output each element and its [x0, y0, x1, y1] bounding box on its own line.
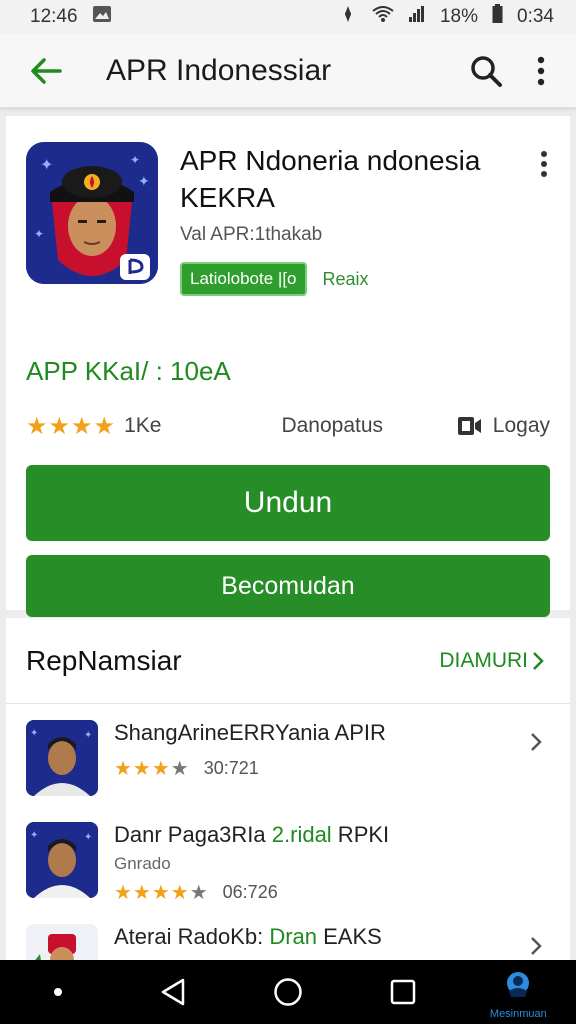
list-item[interactable]: ✦ ✦ ShangArineERRYania APIR ★★★★ 30:721 — [6, 704, 570, 806]
item-title-text: Danr Paga3RIa — [114, 822, 272, 847]
item-rating: ★★★★★ 06:726 — [114, 880, 544, 905]
legacy-label: Logay — [492, 414, 550, 437]
square-recents-icon — [390, 979, 416, 1005]
status-clock-right: 0:34 — [517, 6, 554, 27]
category-tag[interactable]: Reaix — [323, 269, 369, 290]
item-title-text: Aterai RadoKb: — [114, 924, 270, 949]
version-label: APP KKaI/ : 10eA — [26, 356, 231, 386]
item-chevron[interactable] — [530, 936, 542, 961]
triangle-back-icon — [161, 978, 185, 1006]
nav-dot-button[interactable] — [18, 960, 98, 1024]
related-title: RepNamsiar — [26, 644, 182, 676]
item-title-tail: EAKS — [317, 924, 382, 949]
app-icon: ✦ ✦ ✦ ✦ — [26, 142, 158, 284]
chevron-right-icon — [531, 733, 542, 751]
item-chevron[interactable] — [530, 732, 542, 757]
item-stars: ★★★★ — [114, 758, 190, 780]
arrow-back-icon — [31, 57, 62, 84]
list-item[interactable]: ✦ ✦ Danr Paga3RIa 2.ridal RPKI Gnrado ★★… — [6, 806, 570, 908]
see-more-link[interactable]: DIAMURI — [439, 649, 544, 673]
search-button[interactable] — [464, 49, 508, 93]
item-title-text: ShangArineERRYania APIR — [114, 720, 386, 745]
app-name-line2: KEKRA — [180, 182, 275, 213]
item-title: Danr Paga3RIa 2.ridal RPKI — [114, 822, 544, 848]
nav-back-button[interactable] — [133, 960, 213, 1024]
chevron-right-icon — [533, 651, 544, 670]
item-title-tail: RPKI — [331, 822, 390, 847]
vibrate-icon — [338, 4, 358, 30]
svg-text:✦: ✦ — [84, 832, 92, 843]
svg-text:✦: ✦ — [130, 153, 140, 167]
rating-stars: ★★★★ — [26, 412, 117, 440]
developer-name[interactable]: Val APR:1thakab — [180, 224, 550, 246]
install-button[interactable]: Undun — [26, 465, 550, 541]
app-more-button[interactable] — [540, 150, 548, 183]
app-name-line1: APR Ndoneria ndonesia — [180, 145, 481, 176]
content-badge: Latiolobote |[o — [180, 262, 307, 296]
dot-icon — [53, 988, 62, 996]
system-nav-bar: Mesinmuan — [0, 960, 576, 1024]
back-button[interactable] — [24, 49, 68, 93]
app-bar: APR Indonessiar — [0, 34, 576, 108]
nav-recents-button[interactable] — [363, 960, 443, 1024]
overflow-menu-button[interactable] — [526, 49, 556, 93]
legacy-info: Logay — [457, 414, 550, 438]
search-icon — [471, 55, 502, 87]
svg-text:✦: ✦ — [30, 830, 38, 841]
app-thumbnail: ✦ ✦ — [26, 822, 98, 898]
more-vert-icon — [541, 151, 547, 177]
nav-app-button[interactable]: Mesinmuan — [478, 960, 558, 1024]
more-vert-icon — [537, 56, 545, 85]
nav-home-button[interactable] — [248, 960, 328, 1024]
status-bar: 12:46 18% 0:34 — [0, 0, 576, 34]
related-apps-card: RepNamsiar DIAMURI ✦ ✦ ShangArineERRYani… — [6, 618, 570, 974]
item-rating-count: 30:721 — [203, 758, 259, 778]
signal-icon — [408, 5, 426, 29]
see-more-label: DIAMURI — [439, 648, 528, 672]
meta-row: ★★★★ 1Ke Danopatus Logay — [26, 409, 550, 443]
item-rating-count: 06:726 — [222, 882, 278, 902]
item-subtitle: Gnrado — [114, 854, 171, 873]
rating-count: 1Ke — [124, 414, 162, 437]
app-shortcut-icon — [507, 972, 530, 997]
battery-percent: 18% — [439, 6, 479, 27]
svg-text:✦: ✦ — [138, 174, 150, 190]
svg-text:✦: ✦ — [40, 155, 53, 174]
item-stars: ★★★★★ — [114, 882, 209, 904]
downloads-label: Danopatus — [281, 414, 384, 437]
item-title: Aterai RadoKb: Dran EAKS — [114, 924, 544, 950]
chevron-right-icon — [531, 937, 542, 955]
item-title-highlight: 2.ridal — [271, 822, 332, 847]
app-detail-card: ✦ ✦ ✦ ✦ APR Ndoneria ndonesia KEKRA Val … — [6, 116, 570, 617]
item-title-highlight: Dran — [269, 924, 317, 949]
item-title: ShangArineERRYania APIR — [114, 720, 544, 746]
item-rating: ★★★★ 30:721 — [114, 756, 544, 781]
battery-icon — [492, 4, 503, 30]
circle-home-icon — [274, 978, 302, 1006]
gallery-notification-icon — [92, 5, 112, 29]
svg-text:✦: ✦ — [30, 728, 38, 739]
status-time: 12:46 — [30, 6, 78, 27]
related-header: RepNamsiar DIAMURI — [6, 618, 570, 704]
open-button[interactable]: Becomudan — [26, 555, 550, 617]
wifi-icon — [372, 5, 394, 29]
svg-text:✦: ✦ — [34, 227, 44, 241]
device-icon — [457, 417, 481, 435]
app-thumbnail: ✦ ✦ — [26, 720, 98, 796]
page-title: APR Indonessiar — [106, 53, 332, 87]
svg-text:✦: ✦ — [84, 730, 92, 741]
nav-app-label: Mesinmuan — [489, 1008, 547, 1020]
